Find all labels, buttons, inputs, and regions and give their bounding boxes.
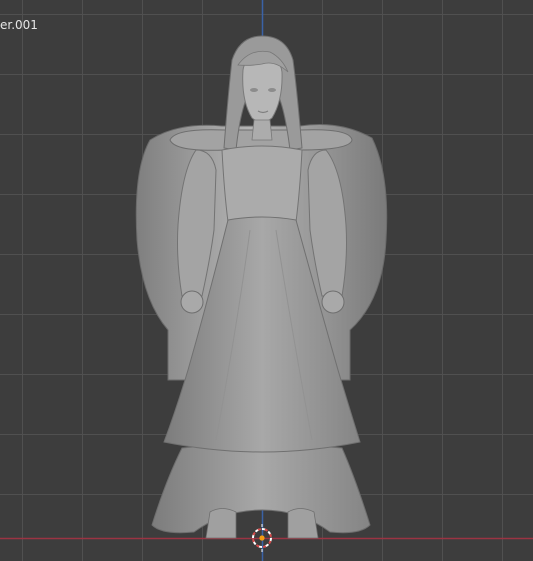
neck bbox=[251, 119, 273, 141]
left-hand bbox=[180, 290, 204, 314]
figure-mesh[interactable] bbox=[135, 35, 388, 539]
bodice bbox=[221, 145, 303, 223]
3d-viewport[interactable]: er.001 bbox=[0, 0, 533, 561]
left-foot bbox=[205, 508, 237, 539]
right-foot bbox=[287, 508, 319, 539]
viewport-grid bbox=[0, 0, 533, 561]
object-origin-dot bbox=[259, 535, 265, 541]
right-hand bbox=[321, 290, 345, 314]
object-name-label: er.001 bbox=[0, 18, 38, 32]
lower-skirt bbox=[151, 443, 371, 534]
